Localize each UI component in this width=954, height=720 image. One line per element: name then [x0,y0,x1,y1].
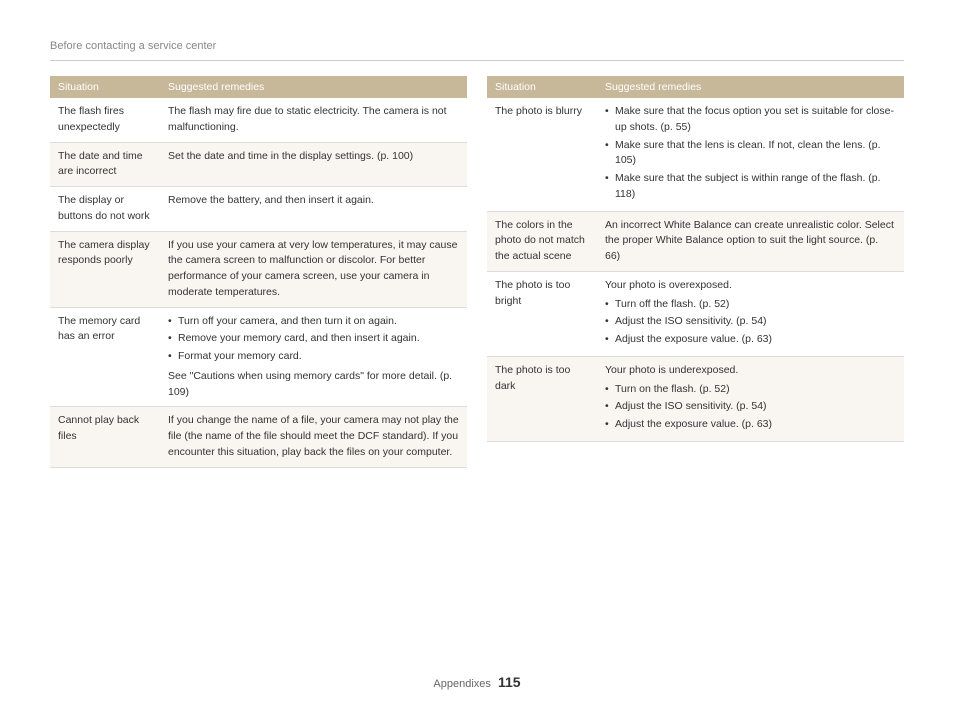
list-item: Adjust the exposure value. (p. 63) [605,417,896,433]
remedy-cell: Remove the battery, and then insert it a… [160,187,467,232]
remedy-cell: An incorrect White Balance can create un… [597,211,904,271]
header-title: Before contacting a service center [50,40,216,52]
right-table-section: Situation Suggested remedies The photo i… [487,76,904,468]
table-row: The colors in the photo do not match the… [487,211,904,271]
table-row: Cannot play back files If you change the… [50,407,467,467]
situation-cell: The display or buttons do not work [50,187,160,232]
left-table: Situation Suggested remedies The flash f… [50,76,467,468]
list-item: Adjust the exposure value. (p. 63) [605,332,896,348]
remedy-cell: If you use your camera at very low tempe… [160,231,467,307]
left-col2-header: Suggested remedies [160,76,467,98]
table-row: The photo is too bright Your photo is ov… [487,271,904,356]
table-row: The date and time are incorrect Set the … [50,142,467,187]
remedy-list: Turn on the flash. (p. 52) Adjust the IS… [605,382,896,433]
table-row: The photo is blurry Make sure that the f… [487,98,904,211]
remedy-intro: Your photo is underexposed. [605,363,896,379]
remedy-cell: The flash may fire due to static electri… [160,98,467,142]
table-row: The photo is too dark Your photo is unde… [487,356,904,441]
situation-cell: The photo is blurry [487,98,597,211]
table-row: The display or buttons do not work Remov… [50,187,467,232]
list-item: Make sure that the focus option you set … [605,104,896,136]
remedy-intro: Your photo is overexposed. [605,278,896,294]
remedy-list: Turn off the flash. (p. 52) Adjust the I… [605,297,896,348]
list-item: Remove your memory card, and then insert… [168,331,459,347]
list-item: Turn off your camera, and then turn it o… [168,314,459,330]
situation-cell: The photo is too bright [487,271,597,356]
list-item: Make sure that the subject is within ran… [605,171,896,203]
list-item: Turn on the flash. (p. 52) [605,382,896,398]
situation-cell: The photo is too dark [487,356,597,441]
page-header: Before contacting a service center [50,40,904,61]
remedy-cell: Make sure that the focus option you set … [597,98,904,211]
remedy-cell: Your photo is underexposed. Turn on the … [597,356,904,441]
list-item: Adjust the ISO sensitivity. (p. 54) [605,399,896,415]
footer-label: Appendixes [433,678,491,690]
situation-cell: The memory card has an error [50,307,160,407]
table-row: The memory card has an error Turn off yo… [50,307,467,407]
situation-cell: The flash fires unexpectedly [50,98,160,142]
left-col1-header: Situation [50,76,160,98]
right-table: Situation Suggested remedies The photo i… [487,76,904,442]
page-container: Before contacting a service center Situa… [0,0,954,720]
remedy-list: Make sure that the focus option you set … [605,104,896,203]
content-area: Situation Suggested remedies The flash f… [50,76,904,468]
situation-cell: Cannot play back files [50,407,160,467]
list-item: Turn off the flash. (p. 52) [605,297,896,313]
right-col2-header: Suggested remedies [597,76,904,98]
list-item: Format your memory card. [168,349,459,365]
table-row: The flash fires unexpectedly The flash m… [50,98,467,142]
remedy-cell: Your photo is overexposed. Turn off the … [597,271,904,356]
page-footer: Appendixes 115 [0,674,954,690]
list-item: Adjust the ISO sensitivity. (p. 54) [605,314,896,330]
left-table-section: Situation Suggested remedies The flash f… [50,76,467,468]
remedy-note: See "Cautions when using memory cards" f… [168,369,459,401]
situation-cell: The colors in the photo do not match the… [487,211,597,271]
remedy-cell: If you change the name of a file, your c… [160,407,467,467]
footer-page-number: 115 [498,674,521,690]
remedy-cell: Set the date and time in the display set… [160,142,467,187]
situation-cell: The date and time are incorrect [50,142,160,187]
right-col1-header: Situation [487,76,597,98]
table-row: The camera display responds poorly If yo… [50,231,467,307]
remedy-list: Turn off your camera, and then turn it o… [168,314,459,365]
situation-cell: The camera display responds poorly [50,231,160,307]
list-item: Make sure that the lens is clean. If not… [605,138,896,170]
remedy-cell: Turn off your camera, and then turn it o… [160,307,467,407]
